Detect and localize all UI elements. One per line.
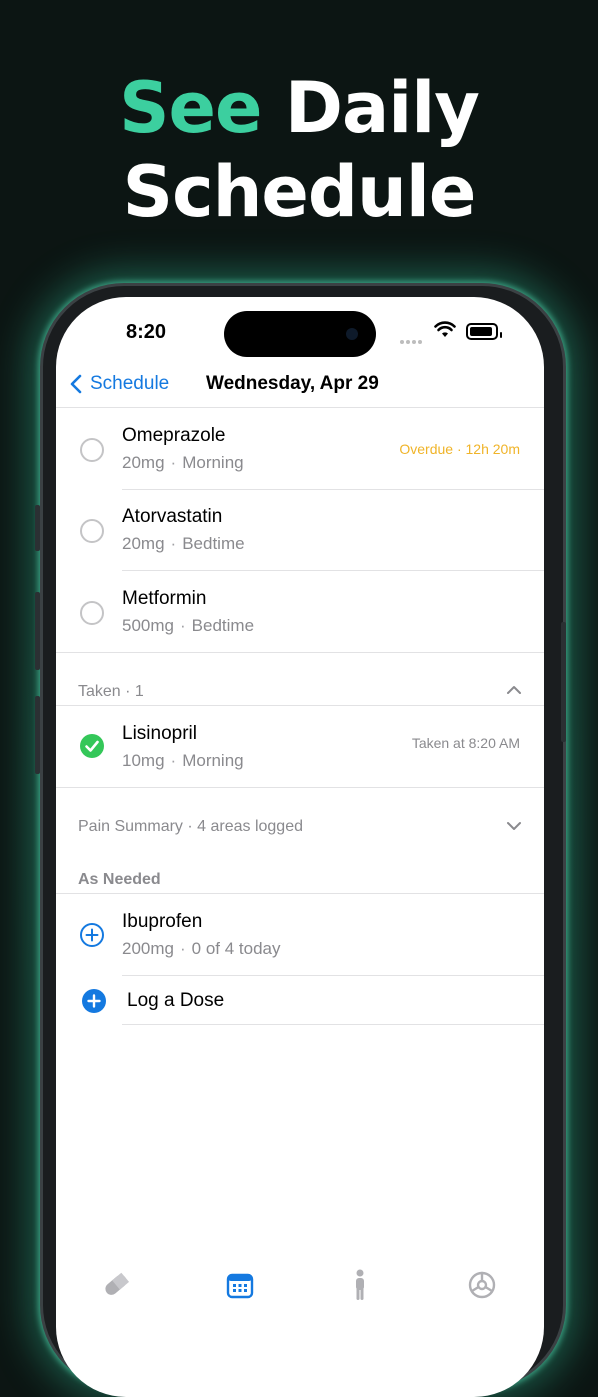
med-dose: 500mg	[122, 616, 174, 635]
phone-screen: 8:20 Schedule Wednesday, Apr 29 Omeprazo…	[56, 297, 544, 1397]
taken-section-header[interactable]: Taken · 1	[78, 683, 144, 701]
med-row-omeprazole[interactable]: Omeprazole 20mg · Morning Overdue · 12h 20…	[56, 409, 544, 491]
med-row-metformin[interactable]: Metformin 500mg · Bedtime	[56, 572, 544, 654]
tab-settings[interactable]	[462, 1265, 502, 1305]
med-name: Ibuprofen	[122, 911, 203, 932]
settings-icon	[468, 1271, 496, 1299]
nav-bar: Schedule Wednesday, Apr 29	[56, 369, 544, 409]
status-icons	[400, 321, 520, 344]
signal-dots-icon	[400, 331, 426, 344]
divider	[56, 652, 544, 653]
med-name: Lisinopril	[122, 723, 197, 744]
med-count: 0 of 4 today	[191, 939, 281, 958]
as-needed-section-header: As Needed	[78, 871, 161, 888]
headline-rest: Daily	[284, 67, 480, 149]
divider	[122, 570, 544, 571]
med-row-atorvastatin[interactable]: Atorvastatin 20mg · Bedtime	[56, 490, 544, 572]
calendar-icon	[226, 1273, 254, 1299]
pain-summary-header[interactable]: Pain Summary · 4 areas logged	[78, 818, 303, 836]
tab-body[interactable]	[341, 1265, 381, 1305]
divider	[56, 787, 544, 788]
phone-power-button	[561, 622, 566, 742]
divider	[56, 407, 544, 408]
med-dose: 20mg	[122, 534, 165, 553]
wifi-icon	[434, 321, 456, 337]
med-detail: 10mg · Morning	[122, 751, 244, 770]
med-time: Bedtime	[191, 616, 255, 635]
headline: See Daily Schedule	[0, 66, 598, 234]
med-detail: 500mg · Bedtime	[122, 616, 255, 635]
pill-icon	[105, 1272, 130, 1295]
med-name: Metformin	[122, 588, 207, 609]
back-label: Schedule	[90, 373, 170, 394]
chevron-up-icon[interactable]	[506, 685, 522, 695]
phone-action-button	[35, 505, 40, 551]
headline-accent: See	[119, 67, 262, 149]
battery-icon	[466, 323, 502, 340]
headline-line2: Schedule	[122, 151, 477, 233]
med-dose: 10mg	[122, 751, 165, 770]
divider	[122, 1024, 544, 1025]
back-button[interactable]: Schedule	[70, 369, 169, 399]
divider	[122, 975, 544, 976]
overdue-status: Overdue · 12h 20m	[399, 441, 520, 457]
med-row-lisinopril[interactable]: Lisinopril 10mg · Morning Taken at 8:20 AM	[56, 707, 544, 789]
med-detail: 20mg · Bedtime	[122, 534, 245, 553]
log-dose-label: Log a Dose	[127, 990, 225, 1011]
dynamic-island	[224, 311, 376, 357]
med-time: Morning	[182, 453, 244, 472]
checkmark-circle-icon[interactable]	[80, 734, 104, 758]
med-time: Bedtime	[182, 534, 245, 553]
unchecked-circle-icon[interactable]	[80, 601, 104, 625]
unchecked-circle-icon[interactable]	[80, 519, 104, 543]
person-icon	[356, 1269, 364, 1300]
phone-volume-up-button	[35, 592, 40, 670]
med-dose: 200mg	[122, 939, 174, 958]
tab-schedule[interactable]	[220, 1265, 260, 1305]
med-detail: 20mg · Morning	[122, 453, 244, 472]
chevron-down-icon[interactable]	[506, 821, 522, 831]
divider	[56, 893, 544, 894]
camera-icon	[346, 328, 358, 340]
plus-filled-circle-icon	[82, 989, 106, 1013]
divider	[56, 705, 544, 706]
plus-circle-icon[interactable]	[80, 923, 104, 947]
chevron-left-icon	[70, 374, 82, 394]
med-name: Omeprazole	[122, 425, 226, 446]
med-detail: 200mg · 0 of 4 today	[122, 939, 281, 958]
med-row-ibuprofen[interactable]: Ibuprofen 200mg · 0 of 4 today	[56, 895, 544, 977]
log-dose-button[interactable]: Log a Dose	[56, 977, 544, 1023]
phone-volume-down-button	[35, 696, 40, 774]
med-dose: 20mg	[122, 453, 165, 472]
med-time: Morning	[182, 751, 244, 770]
unchecked-circle-icon[interactable]	[80, 438, 104, 462]
tab-medications[interactable]	[96, 1265, 136, 1305]
tab-bar	[56, 1265, 544, 1305]
nav-title: Wednesday, Apr 29	[206, 373, 379, 394]
status-time: 8:20	[126, 321, 167, 343]
med-name: Atorvastatin	[122, 506, 223, 527]
taken-status: Taken at 8:20 AM	[411, 735, 520, 751]
